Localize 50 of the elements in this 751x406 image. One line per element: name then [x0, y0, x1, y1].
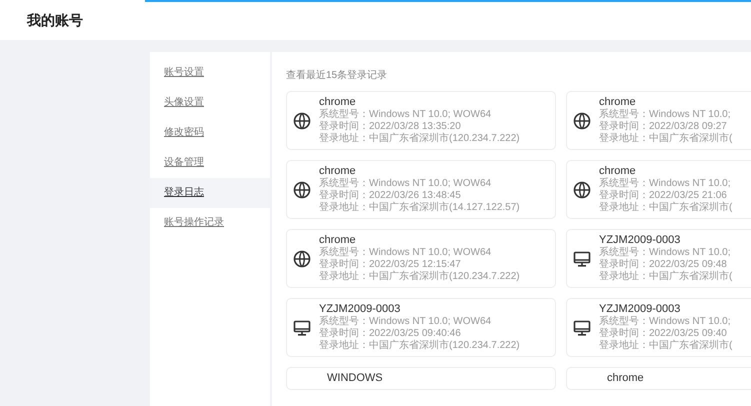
login-address: 登录地址：中国广东省深圳市( [599, 202, 732, 214]
monitor-icon [573, 318, 591, 336]
device-name: YZJM2009-0003 [599, 303, 682, 316]
login-time: 登录时间：2022/03/25 09:48 [599, 259, 728, 270]
device-name: chrome [599, 96, 637, 108]
login-address: 登录地址：中国广东省深圳市(14.127.122.57) [319, 202, 520, 214]
system-info: 系统型号：Windows NT 10.0; [599, 247, 732, 258]
login-time: 登录时间：2022/03/28 13:35:20 [319, 121, 462, 132]
sidebar-item[interactable]: 修改密码 [150, 118, 270, 148]
sidebar-item[interactable]: 设备管理 [150, 148, 270, 178]
system-info: 系统型号：Windows NT 10.0; WOW64 [319, 316, 492, 328]
globe-icon [293, 180, 311, 198]
login-time: 登录时间：2022/03/25 09:40 [599, 328, 728, 340]
monitor-icon [293, 318, 311, 336]
records-caption: 查看最近15条登录记录 [286, 68, 388, 83]
system-info: 系统型号：Windows NT 10.0; WOW64 [319, 109, 492, 120]
globe-icon [573, 112, 591, 130]
system-info: 系统型号：Windows NT 10.0; [599, 178, 732, 190]
sidebar-item[interactable]: 账号设置 [150, 58, 270, 88]
device-name: chrome [607, 372, 644, 385]
system-info: 系统型号：Windows NT 10.0; WOW64 [319, 178, 492, 190]
login-address: 登录地址：中国广东省深圳市( [599, 340, 732, 352]
login-address: 登录地址：中国广东省深圳市( [599, 133, 732, 145]
device-name: WINDOWS [327, 372, 383, 385]
globe-icon [293, 250, 311, 268]
sidebar-item[interactable]: 头像设置 [150, 88, 270, 118]
system-info: 系统型号：Windows NT 10.0; [599, 316, 732, 328]
login-address: 登录地址：中国广东省深圳市(120.234.7.222) [319, 133, 520, 145]
monitor-icon [573, 250, 591, 268]
globe-icon [573, 180, 591, 198]
sidebar-item[interactable]: 登录日志 [150, 178, 270, 208]
login-time: 登录时间：2022/03/25 09:40:46 [319, 328, 462, 340]
device-name: chrome [599, 165, 637, 178]
login-time: 登录时间：2022/03/25 12:15:47 [319, 259, 462, 270]
login-time: 登录时间：2022/03/28 09:27 [599, 121, 728, 132]
device-name: YZJM2009-0003 [599, 234, 682, 246]
device-name: YZJM2009-0003 [319, 303, 402, 316]
device-name: chrome [319, 165, 357, 178]
page-title: 我的账号 [26, 12, 83, 28]
login-time: 登录时间：2022/03/26 13:48:45 [319, 190, 462, 202]
globe-icon [293, 112, 311, 130]
login-time: 登录时间：2022/03/25 21:06 [599, 190, 728, 202]
device-name: chrome [319, 96, 357, 108]
login-address: 登录地址：中国广东省深圳市(120.234.7.222) [319, 271, 520, 283]
login-address: 登录地址：中国广东省深圳市( [599, 271, 732, 283]
sidebar-item[interactable]: 账号操作记录 [150, 208, 270, 238]
system-info: 系统型号：Windows NT 10.0; [599, 109, 732, 120]
system-info: 系统型号：Windows NT 10.0; WOW64 [319, 247, 492, 258]
login-address: 登录地址：中国广东省深圳市(120.234.7.222) [319, 340, 520, 352]
device-name: chrome [319, 234, 357, 246]
